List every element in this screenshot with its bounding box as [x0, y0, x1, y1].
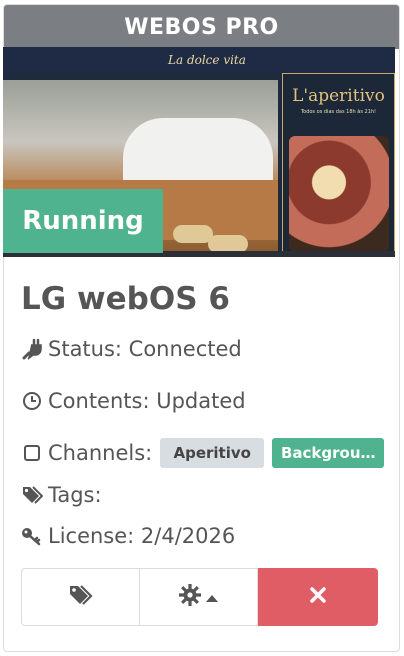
card-actions — [21, 568, 378, 626]
channel-chip-background[interactable]: Backgrou… — [272, 438, 385, 468]
tags-label: Tags: — [48, 483, 102, 507]
checkbox-icon[interactable] — [21, 444, 43, 462]
tags-row: Tags: — [21, 483, 102, 507]
status-badge: Running — [3, 189, 163, 253]
contents-row: Contents: Updated — [21, 389, 246, 413]
caret-up-icon — [205, 588, 219, 607]
card-header: WEBOS PRO — [4, 5, 399, 49]
clock-icon — [21, 391, 43, 411]
aperitivo-poster: L'aperitivo Todos os dias das 18h às 21h… — [282, 73, 395, 257]
key-icon — [21, 526, 43, 546]
channels-row: Channels: Aperitivo Backgrou… — [21, 438, 385, 468]
tags-icon — [68, 584, 94, 610]
device-title: LG webOS 6 — [21, 281, 230, 317]
poster-subtitle: Todos os dias das 18h às 21h! — [300, 109, 377, 115]
croissant — [173, 225, 213, 243]
license-text: License: 2/4/2026 — [48, 524, 236, 548]
plug-icon — [21, 338, 43, 360]
status-row: Status: Connected — [21, 337, 242, 361]
poster-food-image — [289, 136, 389, 252]
close-icon — [309, 586, 327, 608]
settings-dropdown-button[interactable] — [140, 568, 258, 626]
poster-title: L'aperitivo — [292, 86, 385, 106]
contents-text: Contents: Updated — [48, 389, 246, 413]
tags-button[interactable] — [21, 568, 140, 626]
status-text: Status: Connected — [48, 337, 242, 361]
gear-icon — [178, 583, 201, 610]
channel-chip-aperitivo[interactable]: Aperitivo — [160, 438, 265, 468]
delete-button[interactable] — [258, 568, 378, 626]
preview-banner: La dolce vita — [3, 47, 395, 73]
tags-icon — [21, 485, 43, 505]
license-row: License: 2/4/2026 — [21, 524, 235, 548]
channels-label: Channels: — [48, 441, 153, 465]
